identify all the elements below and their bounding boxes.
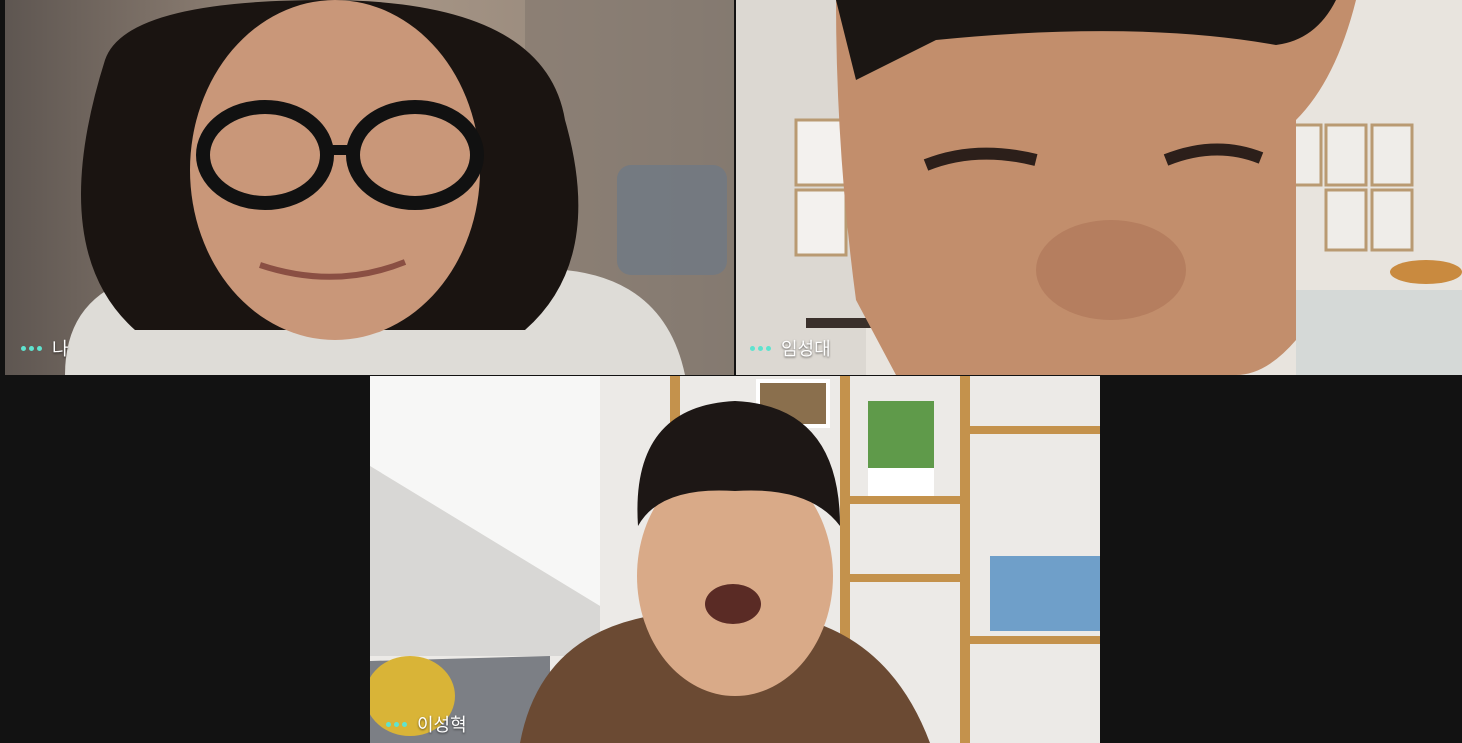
participant-name: 임성대 <box>781 339 831 360</box>
video-frame-image <box>5 0 734 375</box>
participant-name-tag: 임성대 <box>750 335 831 361</box>
participant-name-tag: 이성혁 <box>386 711 467 737</box>
video-frame-image <box>370 376 1100 743</box>
video-frame-image <box>736 0 1462 375</box>
participant-name: 이성혁 <box>417 715 467 736</box>
video-call-grid: 나 임성대 이성혁 <box>0 0 1462 743</box>
video-feed <box>736 0 1462 375</box>
participant-name-tag: 나 <box>21 335 69 361</box>
participant-tile-2[interactable]: 임성대 <box>736 0 1462 375</box>
speaking-dots-icon <box>386 721 407 727</box>
video-feed <box>5 0 734 375</box>
participant-tile-3[interactable]: 이성혁 <box>370 376 1100 743</box>
speaking-dots-icon <box>750 345 771 351</box>
video-feed <box>370 376 1100 743</box>
speaking-dots-icon <box>21 345 42 351</box>
participant-tile-me[interactable]: 나 <box>5 0 734 375</box>
participant-name: 나 <box>52 339 69 360</box>
